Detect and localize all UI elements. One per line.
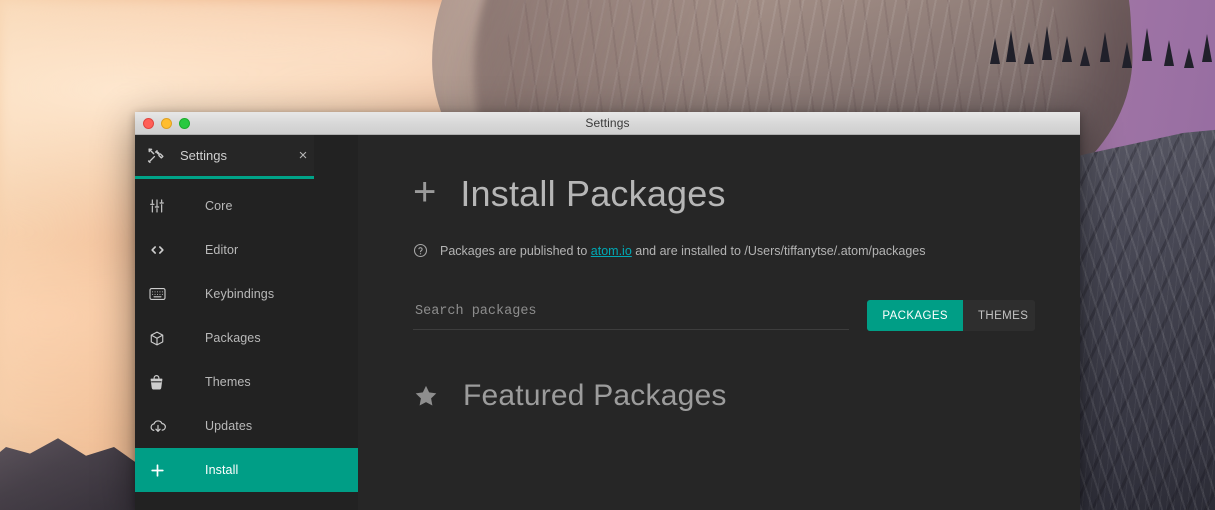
- plus-icon: +: [413, 170, 437, 214]
- page-title: Install Packages: [460, 173, 726, 214]
- maximize-window-button[interactable]: [179, 117, 190, 129]
- publish-note-prefix: Packages are published to: [440, 243, 591, 258]
- question-circle-icon: [413, 243, 428, 258]
- paint-bucket-icon: [149, 374, 173, 391]
- sidebar-item-keybindings[interactable]: Keybindings: [135, 272, 358, 316]
- sidebar-item-updates[interactable]: Updates: [135, 404, 358, 448]
- featured-packages-title: Featured Packages: [463, 379, 727, 412]
- package-box-icon: [149, 330, 173, 347]
- sidebar-item-editor[interactable]: Editor: [135, 228, 358, 272]
- search-input[interactable]: [413, 300, 850, 330]
- settings-window: Settings Settings × Core Editor Keybindi…: [135, 112, 1080, 510]
- plus-icon: [149, 462, 173, 479]
- minimize-window-button[interactable]: [161, 117, 172, 129]
- sidebar-item-install[interactable]: Install: [135, 448, 358, 492]
- sidebar-item-keybindings-label: Keybindings: [205, 287, 275, 301]
- sidebar-item-packages-label: Packages: [205, 331, 261, 345]
- search-row: PACKAGES THEMES: [413, 300, 1080, 331]
- window-title: Settings: [585, 116, 630, 130]
- featured-packages-header: Featured Packages: [413, 379, 1080, 413]
- publish-note-suffix: and are installed to /Users/tiffanytse/.…: [631, 243, 926, 258]
- sliders-icon: [149, 198, 173, 214]
- traffic-light-group: [135, 117, 190, 129]
- sidebar-item-themes[interactable]: Themes: [135, 360, 358, 404]
- publish-note-text: Packages are published to atom.io and ar…: [440, 244, 925, 258]
- desktop-wallpaper: Settings Settings × Core Editor Keybindi…: [0, 0, 1215, 510]
- publish-note: Packages are published to atom.io and ar…: [413, 243, 1080, 258]
- close-icon[interactable]: ×: [292, 148, 314, 163]
- tab-settings[interactable]: Settings ×: [135, 135, 314, 179]
- sidebar-item-themes-label: Themes: [205, 375, 251, 389]
- page-header: + Install Packages: [413, 170, 1080, 215]
- main-panel: + Install Packages Packages are publishe…: [358, 135, 1080, 510]
- toggle-themes-button[interactable]: THEMES: [962, 300, 1035, 331]
- keyboard-icon: [149, 287, 173, 301]
- tab-strip: Settings ×: [135, 135, 358, 179]
- sidebar-item-packages[interactable]: Packages: [135, 316, 358, 360]
- code-brackets-icon: [149, 242, 173, 258]
- sidebar-item-core[interactable]: Core: [135, 184, 358, 228]
- close-window-button[interactable]: [143, 117, 154, 129]
- package-theme-toggle-group: PACKAGES THEMES: [867, 300, 1035, 331]
- sidebar-item-install-label: Install: [205, 463, 239, 477]
- search-field-wrapper: [413, 300, 850, 330]
- app-body: Settings × Core Editor Keybindings Packa…: [135, 135, 1080, 510]
- atom-io-link[interactable]: atom.io: [591, 244, 632, 258]
- star-icon: [413, 383, 439, 409]
- tools-icon: [147, 147, 167, 164]
- sidebar: Settings × Core Editor Keybindings Packa…: [135, 135, 358, 510]
- sidebar-item-editor-label: Editor: [205, 243, 239, 257]
- sidebar-item-updates-label: Updates: [205, 419, 253, 433]
- window-titlebar[interactable]: Settings: [135, 112, 1080, 135]
- toggle-packages-button[interactable]: PACKAGES: [867, 300, 963, 331]
- sidebar-item-core-label: Core: [205, 199, 233, 213]
- cloud-download-icon: [149, 419, 173, 434]
- sidebar-nav: Core Editor Keybindings Packages Themes …: [135, 179, 358, 510]
- tab-settings-label: Settings: [180, 148, 227, 163]
